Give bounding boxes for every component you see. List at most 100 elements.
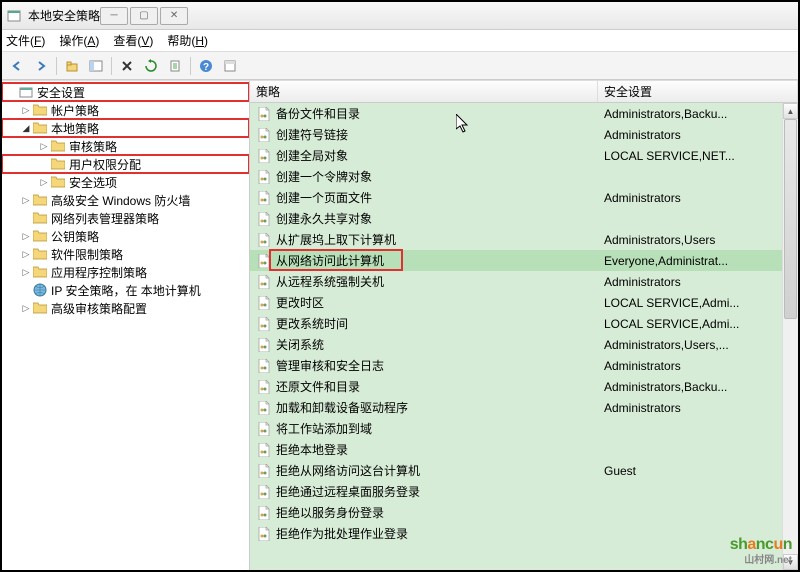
menu-f[interactable]: 文件(F) (6, 32, 45, 49)
column-header-setting[interactable]: 安全设置 (598, 81, 798, 102)
list-row[interactable]: 从扩展坞上取下计算机Administrators,Users (250, 229, 798, 250)
list-row[interactable]: 还原文件和目录Administrators,Backu... (250, 376, 798, 397)
tree-node-8[interactable]: ▷公钥策略 (2, 227, 249, 245)
menu-a[interactable]: 操作(A) (59, 32, 99, 49)
list-row[interactable]: 备份文件和目录Administrators,Backu... (250, 103, 798, 124)
properties-button[interactable] (219, 55, 241, 77)
policy-icon (256, 128, 272, 142)
globe-icon (32, 283, 48, 297)
list-row[interactable]: 创建符号链接Administrators (250, 124, 798, 145)
list-row[interactable]: 关闭系统Administrators,Users,... (250, 334, 798, 355)
tree-node-2[interactable]: ◢本地策略 (2, 119, 249, 137)
policy-icon (256, 485, 272, 499)
tree-node-6[interactable]: ▷高级安全 Windows 防火墙 (2, 191, 249, 209)
list-row[interactable]: 创建全局对象LOCAL SERVICE,NET... (250, 145, 798, 166)
policy-icon (256, 359, 272, 373)
export-button[interactable] (164, 55, 186, 77)
policy-icon (256, 338, 272, 352)
policy-setting: Administrators (604, 401, 681, 415)
list-row[interactable]: 更改时区LOCAL SERVICE,Admi... (250, 292, 798, 313)
policy-setting: Everyone,Administrat... (604, 254, 728, 268)
tree-label: 安全设置 (37, 84, 85, 101)
list-row[interactable]: 创建一个令牌对象 (250, 166, 798, 187)
menubar: 文件(F) 操作(A) 查看(V) 帮助(H) (2, 30, 798, 52)
folder-icon (32, 211, 48, 225)
tree-node-9[interactable]: ▷软件限制策略 (2, 245, 249, 263)
tree-node-12[interactable]: ▷高级审核策略配置 (2, 299, 249, 317)
policy-name: 备份文件和目录 (276, 105, 360, 122)
help-button[interactable]: ? (195, 55, 217, 77)
tree-node-10[interactable]: ▷应用程序控制策略 (2, 263, 249, 281)
folder-icon (32, 103, 48, 117)
list-row[interactable]: 管理审核和安全日志Administrators (250, 355, 798, 376)
folder-icon (50, 139, 66, 153)
delete-button[interactable] (116, 55, 138, 77)
refresh-button[interactable] (140, 55, 162, 77)
list-row[interactable]: 拒绝作为批处理作业登录 (250, 523, 798, 544)
up-button[interactable] (61, 55, 83, 77)
folder-icon (32, 193, 48, 207)
tree-node-0[interactable]: 安全设置 (2, 83, 249, 101)
forward-button[interactable] (30, 55, 52, 77)
policy-icon (256, 464, 272, 478)
column-header-policy[interactable]: 策略 (250, 81, 598, 102)
list-row[interactable]: 拒绝本地登录 (250, 439, 798, 460)
app-icon (6, 8, 22, 24)
policy-name: 创建一个令牌对象 (276, 168, 372, 185)
list-row[interactable]: 更改系统时间LOCAL SERVICE,Admi... (250, 313, 798, 334)
list-row[interactable]: 拒绝以服务身份登录 (250, 502, 798, 523)
policy-icon (256, 380, 272, 394)
scroll-thumb[interactable] (784, 119, 797, 319)
list-row[interactable]: 拒绝从网络访问这台计算机 Guest (250, 460, 798, 481)
tree-node-11[interactable]: IP 安全策略，在 本地计算机 (2, 281, 249, 299)
tree-label: 安全选项 (69, 174, 117, 191)
minimize-button[interactable]: ─ (100, 7, 128, 25)
list-pane: 策略 安全设置 备份文件和目录Administrators,Backu...创建… (250, 81, 798, 570)
tree-label: 本地策略 (51, 120, 99, 137)
scroll-up-button[interactable]: ▲ (783, 103, 798, 119)
policy-icon (256, 149, 272, 163)
list-body[interactable]: 备份文件和目录Administrators,Backu...创建符号链接Admi… (250, 103, 798, 570)
root-icon (18, 85, 34, 99)
tree-node-5[interactable]: ▷安全选项 (2, 173, 249, 191)
tree-pane[interactable]: 安全设置▷帐户策略◢本地策略▷审核策略用户权限分配▷安全选项▷高级安全 Wind… (2, 81, 250, 570)
policy-setting: Guest (604, 464, 636, 478)
policy-name: 管理审核和安全日志 (276, 357, 384, 374)
tree-label: 高级安全 Windows 防火墙 (51, 192, 190, 209)
tree-node-1[interactable]: ▷帐户策略 (2, 101, 249, 119)
policy-icon (256, 401, 272, 415)
tree-node-7[interactable]: 网络列表管理器策略 (2, 209, 249, 227)
menu-h[interactable]: 帮助(H) (167, 32, 208, 49)
list-row[interactable]: 从网络访问此计算机Everyone,Administrat... (250, 250, 798, 271)
policy-name: 创建符号链接 (276, 126, 348, 143)
tree-label: 网络列表管理器策略 (51, 210, 159, 227)
list-row[interactable]: 拒绝通过远程桌面服务登录 (250, 481, 798, 502)
policy-name: 更改时区 (276, 294, 324, 311)
list-row[interactable]: 创建永久共享对象 (250, 208, 798, 229)
list-row[interactable]: 从远程系统强制关机Administrators (250, 271, 798, 292)
back-button[interactable] (6, 55, 28, 77)
policy-name: 关闭系统 (276, 336, 324, 353)
folder-icon (50, 157, 66, 171)
list-row[interactable]: 将工作站添加到域 (250, 418, 798, 439)
maximize-button[interactable]: ▢ (130, 7, 158, 25)
menu-v[interactable]: 查看(V) (113, 32, 153, 49)
folder-icon (32, 229, 48, 243)
policy-setting: Administrators (604, 275, 681, 289)
tree-node-4[interactable]: 用户权限分配 (2, 155, 249, 173)
policy-name: 拒绝从网络访问这台计算机 (276, 462, 420, 479)
scrollbar-vertical[interactable]: ▲ ▼ (782, 103, 798, 570)
policy-name: 更改系统时间 (276, 315, 348, 332)
show-hide-tree-button[interactable] (85, 55, 107, 77)
policy-icon (256, 506, 272, 520)
policy-icon (256, 317, 272, 331)
close-button[interactable]: ✕ (160, 7, 188, 25)
list-row[interactable]: 创建一个页面文件Administrators (250, 187, 798, 208)
window-title: 本地安全策略 (28, 7, 100, 24)
tree-label: 应用程序控制策略 (51, 264, 147, 281)
tree-node-3[interactable]: ▷审核策略 (2, 137, 249, 155)
titlebar[interactable]: 本地安全策略 ─ ▢ ✕ (2, 2, 798, 30)
list-row[interactable]: 加载和卸载设备驱动程序Administrators (250, 397, 798, 418)
policy-name: 拒绝本地登录 (276, 441, 348, 458)
policy-icon (256, 233, 272, 247)
